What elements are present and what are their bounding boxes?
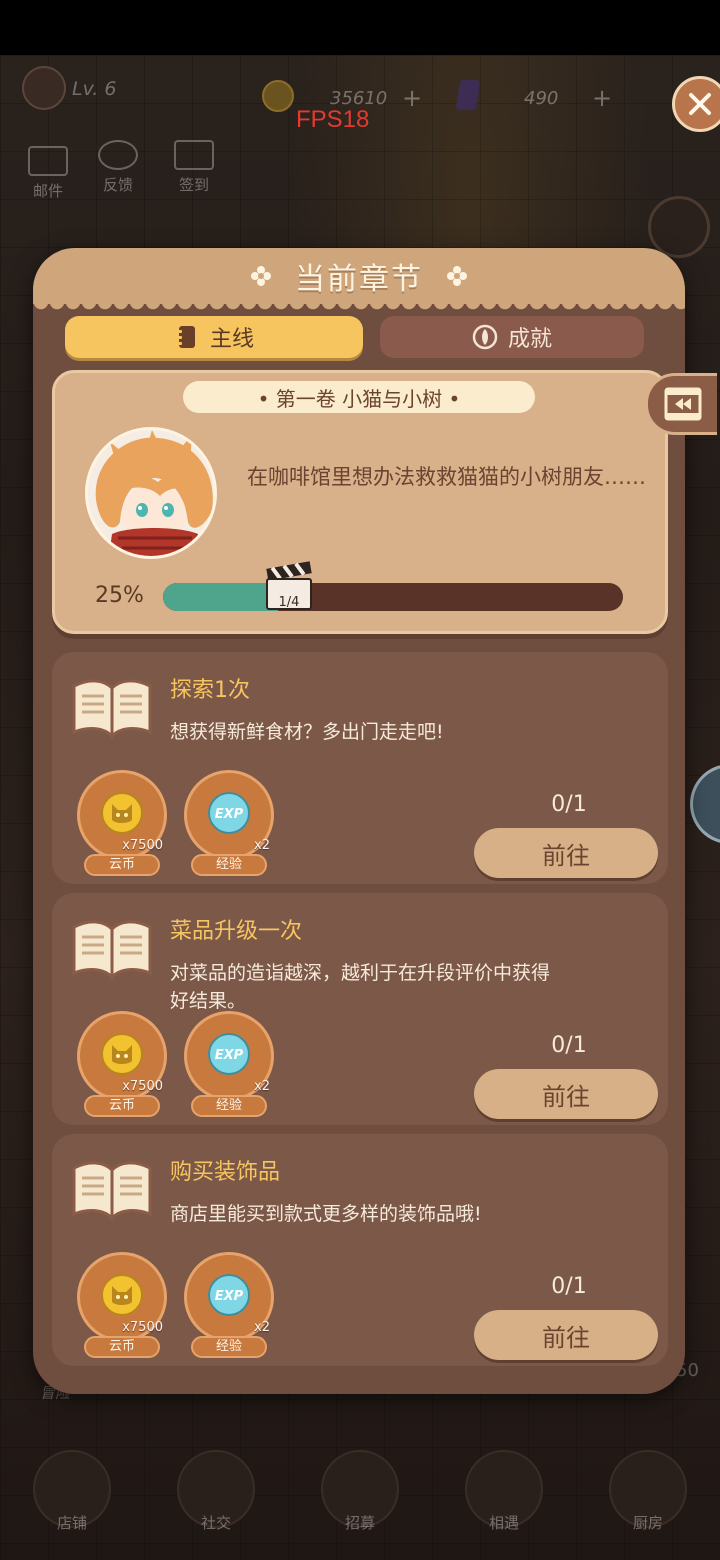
chapter-step-label: 1/4 bbox=[278, 595, 300, 610]
task-description: 对菜品的造诣越深，越利于在升段评价中获得好结果。 bbox=[170, 962, 551, 1012]
close-button[interactable] bbox=[672, 76, 720, 132]
character-portrait bbox=[85, 427, 217, 559]
task-card: 购买装饰品 商店里能买到款式更多样的装饰品哦! x7500 云币 EXP x2 … bbox=[52, 1134, 668, 1366]
task-progress-count: 0/1 bbox=[551, 1274, 587, 1299]
chapter-progress-percent: 25% bbox=[95, 583, 144, 608]
panel-header: 当前章节 bbox=[33, 248, 685, 312]
chapter-progress-fill bbox=[163, 583, 278, 611]
open-book-icon bbox=[72, 920, 152, 981]
svg-text:EXP: EXP bbox=[215, 807, 244, 822]
task-title: 探索1次 bbox=[170, 678, 250, 703]
chapter-card: • 第一卷 小猫与小树 • 在咖啡馆里想办法救救猫猫的小树朋友…… 25% 1/… bbox=[52, 370, 717, 634]
tab-label: 主线 bbox=[209, 327, 254, 352]
player-avatar[interactable] bbox=[22, 66, 66, 110]
coin-icon bbox=[101, 1274, 143, 1316]
reward-name: 云币 bbox=[84, 1095, 160, 1117]
svg-text:EXP: EXP bbox=[215, 1048, 244, 1063]
mail-button[interactable]: 邮件 bbox=[28, 146, 68, 201]
chapter-progress-bar bbox=[163, 583, 623, 611]
reward-name: 云币 bbox=[84, 854, 160, 876]
nav-recruit[interactable]: 招募 bbox=[305, 1440, 415, 1560]
task-progress-count: 0/1 bbox=[551, 1033, 587, 1058]
exp-icon: EXP bbox=[208, 1274, 250, 1316]
reward-quantity: x2 bbox=[254, 1079, 270, 1094]
nav-label: 店铺 bbox=[56, 1514, 87, 1532]
reward-quantity: x2 bbox=[254, 1320, 270, 1335]
storybook-button[interactable] bbox=[648, 196, 710, 258]
exp-icon: EXP bbox=[208, 792, 250, 834]
reward-coin[interactable]: x7500 云币 bbox=[77, 770, 167, 876]
nav-label: 相遇 bbox=[488, 1514, 519, 1532]
chapter-description: 在咖啡馆里想办法救救猫猫的小树朋友…… bbox=[247, 465, 646, 489]
reward-quantity: x7500 bbox=[122, 838, 163, 853]
open-book-icon bbox=[72, 1161, 152, 1222]
chapter-panel: 当前章节 主线 成就 • 第一卷 小猫与小树 • 在咖啡馆里想办法救救猫猫的小树… bbox=[33, 248, 717, 1394]
header-scallop-edge bbox=[33, 302, 685, 312]
gem-icon bbox=[455, 80, 481, 110]
reward-exp[interactable]: EXP x2 经验 bbox=[184, 770, 274, 876]
task-card: 菜品升级一次 对菜品的造诣越深，越利于在升段评价中获得好结果。 x7500 云币… bbox=[52, 893, 668, 1125]
feedback-label: 反馈 bbox=[102, 176, 133, 194]
close-icon bbox=[689, 93, 711, 115]
mail-icon bbox=[28, 146, 68, 176]
reward-name: 经验 bbox=[191, 854, 267, 876]
replay-button[interactable] bbox=[645, 373, 717, 435]
checkin-label: 签到 bbox=[178, 176, 209, 194]
medal-icon bbox=[472, 324, 498, 350]
task-title: 购买装饰品 bbox=[170, 1160, 281, 1185]
mail-label: 邮件 bbox=[32, 182, 63, 200]
svg-text:EXP: EXP bbox=[215, 1289, 244, 1304]
tab-main-story[interactable]: 主线 bbox=[65, 316, 363, 358]
task-title: 菜品升级一次 bbox=[170, 919, 303, 944]
open-book-icon bbox=[72, 679, 152, 740]
checkin-icon bbox=[174, 140, 214, 170]
reward-coin[interactable]: x7500 云币 bbox=[77, 1011, 167, 1117]
gem-count: 490 bbox=[524, 88, 559, 109]
nav-label: 厨房 bbox=[632, 1514, 663, 1532]
coin-icon bbox=[262, 80, 294, 112]
globe-icon bbox=[98, 140, 138, 170]
flower-icon bbox=[447, 266, 467, 286]
go-button[interactable]: 前往 bbox=[474, 828, 658, 878]
nav-label: 社交 bbox=[200, 1514, 231, 1532]
reward-exp[interactable]: EXP x2 经验 bbox=[184, 1011, 274, 1117]
reward-quantity: x7500 bbox=[122, 1320, 163, 1335]
exp-icon: EXP bbox=[208, 1033, 250, 1075]
add-coins-button[interactable]: + bbox=[402, 84, 422, 112]
reward-exp[interactable]: EXP x2 经验 bbox=[184, 1252, 274, 1358]
reward-coin[interactable]: x7500 云币 bbox=[77, 1252, 167, 1358]
coin-icon bbox=[101, 1033, 143, 1075]
reward-name: 云币 bbox=[84, 1336, 160, 1358]
feedback-button[interactable]: 反馈 bbox=[98, 140, 138, 195]
task-card: 探索1次 想获得新鲜食材？多出门走走吧! x7500 云币 EXP x2 经验 … bbox=[52, 652, 668, 884]
reward-quantity: x2 bbox=[254, 838, 270, 853]
task-progress-count: 0/1 bbox=[551, 792, 587, 817]
fps-counter: FPS18 bbox=[296, 106, 370, 133]
reward-quantity: x7500 bbox=[122, 1079, 163, 1094]
task-description: 想获得新鲜食材？多出门走走吧! bbox=[170, 721, 444, 743]
task-description: 商店里能买到款式更多样的装饰品哦! bbox=[170, 1203, 482, 1225]
add-gems-button[interactable]: + bbox=[592, 84, 612, 112]
status-bar bbox=[0, 0, 720, 55]
nav-social[interactable]: 社交 bbox=[161, 1440, 271, 1560]
nav-shop[interactable]: 店铺 bbox=[17, 1440, 127, 1560]
chapter-title: • 第一卷 小猫与小树 • bbox=[183, 381, 535, 413]
checkin-button[interactable]: 签到 bbox=[174, 140, 214, 195]
notebook-icon bbox=[176, 326, 195, 348]
nav-kitchen[interactable]: 厨房 bbox=[593, 1440, 703, 1560]
coin-icon bbox=[101, 792, 143, 834]
tab-label: 成就 bbox=[507, 327, 552, 352]
go-button[interactable]: 前往 bbox=[474, 1310, 658, 1360]
flower-icon bbox=[251, 266, 271, 286]
nav-encounter[interactable]: 相遇 bbox=[449, 1440, 559, 1560]
panel-title: 当前章节 bbox=[295, 262, 423, 297]
go-button[interactable]: 前往 bbox=[474, 1069, 658, 1119]
reward-name: 经验 bbox=[191, 1336, 267, 1358]
bottom-nav: 店铺 社交 招募 相遇 厨房 bbox=[0, 1440, 720, 1560]
reward-name: 经验 bbox=[191, 1095, 267, 1117]
player-level: Lv. 6 bbox=[72, 78, 117, 100]
tab-achievements[interactable]: 成就 bbox=[380, 316, 644, 358]
nav-label: 招募 bbox=[344, 1514, 375, 1532]
film-rewind-icon bbox=[664, 387, 701, 421]
